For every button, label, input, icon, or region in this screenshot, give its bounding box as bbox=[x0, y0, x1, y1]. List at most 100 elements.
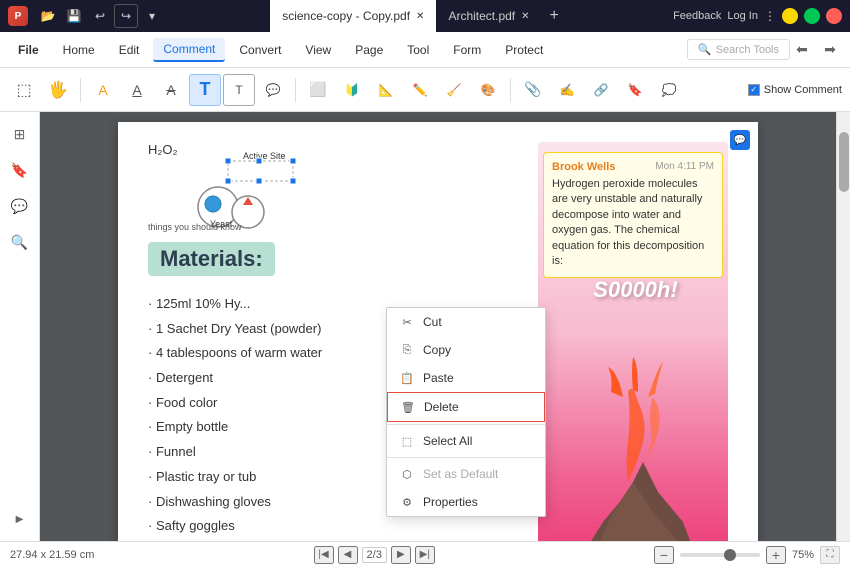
toolbar-group-annotate: A A A T T 💬 bbox=[87, 74, 289, 106]
fit-page-button[interactable]: ⛶ bbox=[820, 546, 840, 564]
title-bar-right: Feedback Log In ⋮ bbox=[673, 8, 842, 24]
tab-close-science[interactable]: ✕ bbox=[416, 11, 424, 22]
zoom-in-button[interactable]: + bbox=[766, 546, 786, 564]
sign-button[interactable]: ✍ bbox=[551, 74, 583, 106]
prev-page-button[interactable]: ◀ bbox=[338, 546, 358, 564]
ctx-properties-label: Properties bbox=[423, 495, 478, 509]
minimize-button[interactable] bbox=[782, 8, 798, 24]
ctx-cut[interactable]: ✂ Cut bbox=[387, 308, 545, 336]
ctx-properties[interactable]: ⚙ Properties bbox=[387, 488, 545, 516]
callout-button[interactable]: 💬 bbox=[257, 74, 289, 106]
materials-header: Materials: bbox=[148, 242, 275, 276]
menu-bar-left: File Home Edit Comment Convert View Page… bbox=[8, 38, 553, 62]
maximize-button[interactable] bbox=[804, 8, 820, 24]
search-tools-input[interactable]: 🔍 Search Tools bbox=[687, 39, 790, 60]
menu-form[interactable]: Form bbox=[443, 39, 491, 61]
qa-open-button[interactable]: 📂 bbox=[36, 4, 60, 28]
qa-more-button[interactable]: ▾ bbox=[140, 4, 164, 28]
last-page-button[interactable]: ▶| bbox=[415, 546, 435, 564]
draw-button[interactable]: ✏️ bbox=[404, 74, 436, 106]
ctx-copy[interactable]: ⎘ Copy bbox=[387, 336, 545, 364]
close-button[interactable] bbox=[826, 8, 842, 24]
right-scrollbar[interactable] bbox=[836, 112, 850, 541]
paste-icon: 📋 bbox=[399, 370, 415, 386]
color-button[interactable]: 🎨 bbox=[472, 74, 504, 106]
bookmark-button[interactable]: 🔖 bbox=[619, 74, 651, 106]
search-placeholder: Search Tools bbox=[716, 44, 779, 56]
divider-1 bbox=[80, 78, 81, 102]
default-icon: ⬡ bbox=[399, 466, 415, 482]
sidebar-expand-icon[interactable]: ▶ bbox=[6, 505, 34, 533]
comment-time: Mon 4:11 PM bbox=[655, 161, 714, 173]
tab-science-copy[interactable]: science-copy - Copy.pdf ✕ bbox=[270, 0, 436, 32]
settings-icon[interactable]: ⋮ bbox=[764, 9, 776, 23]
left-sidebar: ⊞ 🔖 💬 🔍 ▶ bbox=[0, 112, 40, 541]
menu-home[interactable]: Home bbox=[53, 39, 105, 61]
qa-redo-button[interactable]: ↪ bbox=[114, 4, 138, 28]
attach-button[interactable]: 📎 bbox=[517, 74, 549, 106]
ctx-select-all-label: Select All bbox=[423, 434, 472, 448]
menu-comment[interactable]: Comment bbox=[153, 38, 225, 62]
bottom-center: |◀ ◀ 2 / 3 ▶ ▶| bbox=[314, 546, 435, 564]
volcano-svg bbox=[538, 342, 728, 541]
underline-button[interactable]: A bbox=[121, 74, 153, 106]
hand-tool-button[interactable]: 🖐 bbox=[42, 74, 74, 106]
tab-close-architect[interactable]: ✕ bbox=[521, 11, 529, 22]
ctx-delete[interactable]: 🗑 Delete bbox=[387, 392, 545, 422]
scroll-thumb[interactable] bbox=[839, 132, 849, 192]
menu-view[interactable]: View bbox=[295, 39, 341, 61]
sidebar-thumbnail-icon[interactable]: ⊞ bbox=[6, 120, 34, 148]
ctx-paste[interactable]: 📋 Paste bbox=[387, 364, 545, 392]
tab-label-science: science-copy - Copy.pdf bbox=[282, 9, 410, 23]
menu-bar: File Home Edit Comment Convert View Page… bbox=[0, 32, 850, 68]
total-pages: 3 bbox=[376, 549, 382, 561]
tab-architect[interactable]: Architect.pdf ✕ bbox=[436, 0, 541, 32]
tab-new-button[interactable]: + bbox=[542, 7, 567, 25]
shape-button[interactable]: ⬜ bbox=[302, 74, 334, 106]
qa-save-button[interactable]: 💾 bbox=[62, 4, 86, 28]
pdf-page: 💬 H₂O₂ Active Site bbox=[118, 122, 758, 541]
text-tool-button[interactable]: T bbox=[189, 74, 221, 106]
textbox-button[interactable]: T bbox=[223, 74, 255, 106]
sidebar-bookmark-icon[interactable]: 🔖 bbox=[6, 156, 34, 184]
login-button[interactable]: Log In bbox=[727, 10, 758, 22]
zoom-slider[interactable] bbox=[680, 553, 760, 557]
feedback-button[interactable]: Feedback bbox=[673, 10, 721, 22]
title-bar: P 📂 💾 ↩ ↪ ▾ science-copy - Copy.pdf ✕ Ar… bbox=[0, 0, 850, 32]
menu-edit[interactable]: Edit bbox=[109, 39, 150, 61]
ctx-paste-label: Paste bbox=[423, 371, 454, 385]
select-tool-button[interactable]: ⬚ bbox=[8, 74, 40, 106]
link-button[interactable]: 🔗 bbox=[585, 74, 617, 106]
measure-button[interactable]: 📐 bbox=[370, 74, 402, 106]
first-page-button[interactable]: |◀ bbox=[314, 546, 334, 564]
menu-page[interactable]: Page bbox=[345, 39, 393, 61]
menu-tool[interactable]: Tool bbox=[397, 39, 439, 61]
nav-icons: ⬅ ➡ bbox=[790, 38, 842, 62]
delete-icon: 🗑 bbox=[400, 399, 416, 415]
menu-file[interactable]: File bbox=[8, 39, 49, 61]
show-comment-checkbox[interactable]: ✓ bbox=[748, 84, 760, 96]
nav-back-icon[interactable]: ⬅ bbox=[790, 38, 814, 62]
stamp-button[interactable]: 🔰 bbox=[336, 74, 368, 106]
menu-protect[interactable]: Protect bbox=[495, 39, 553, 61]
ctx-set-default: ⬡ Set as Default bbox=[387, 460, 545, 488]
sidebar-comment-icon[interactable]: 💬 bbox=[6, 192, 34, 220]
strikethrough-button[interactable]: A bbox=[155, 74, 187, 106]
bottom-bar: 27.94 x 21.59 cm |◀ ◀ 2 / 3 ▶ ▶| − + 75%… bbox=[0, 541, 850, 567]
page-indicator: 2 / 3 bbox=[362, 547, 387, 563]
highlight-button[interactable]: A bbox=[87, 74, 119, 106]
ctx-select-all[interactable]: ⬚ Select All bbox=[387, 427, 545, 455]
comment-header: Brook Wells Mon 4:11 PM bbox=[552, 161, 714, 173]
sidebar-search-icon[interactable]: 🔍 bbox=[6, 228, 34, 256]
page-navigation: |◀ ◀ 2 / 3 ▶ ▶| bbox=[314, 546, 435, 564]
zoom-out-button[interactable]: − bbox=[654, 546, 674, 564]
next-page-button[interactable]: ▶ bbox=[391, 546, 411, 564]
nav-forward-icon[interactable]: ➡ bbox=[818, 38, 842, 62]
title-bar-left: P 📂 💾 ↩ ↪ ▾ bbox=[8, 4, 164, 28]
menu-convert[interactable]: Convert bbox=[229, 39, 291, 61]
eraser-button[interactable]: 🧹 bbox=[438, 74, 470, 106]
comment-button[interactable]: 💭 bbox=[653, 74, 685, 106]
qa-undo-button[interactable]: ↩ bbox=[88, 4, 112, 28]
cut-icon: ✂ bbox=[399, 314, 415, 330]
show-comment-toggle[interactable]: ✓ Show Comment bbox=[748, 84, 842, 96]
